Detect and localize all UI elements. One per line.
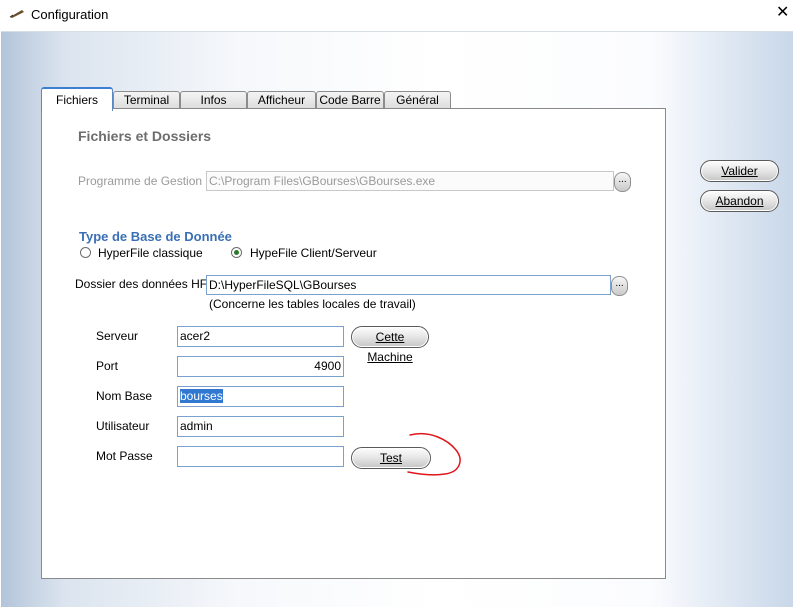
quill-pen-icon — [9, 7, 25, 22]
nom-base-label: Nom Base — [96, 389, 153, 403]
valider-label: Valider — [721, 164, 758, 178]
utilisateur-label: Utilisateur — [96, 419, 150, 433]
title-bar: Configuration ✕ — [0, 0, 794, 30]
radio-hyperfile-client-serveur-label: HypeFile Client/Serveur — [250, 246, 377, 260]
radio-hyperfile-classique[interactable] — [80, 247, 91, 258]
nom-base-input[interactable]: bourses — [177, 386, 344, 407]
radio-hyperfile-client-serveur[interactable] — [231, 247, 242, 258]
dossier-field[interactable]: D:\HyperFileSQL\GBourses — [206, 275, 611, 295]
tab-general[interactable]: Général — [384, 91, 451, 109]
programme-field[interactable]: C:\Program Files\GBourses\GBourses.exe — [206, 171, 614, 191]
port-label: Port — [96, 359, 119, 373]
close-icon[interactable]: ✕ — [776, 4, 789, 22]
tab-terminal[interactable]: Terminal — [113, 91, 180, 109]
tab-afficheur[interactable]: Afficheur — [247, 91, 316, 109]
tab-fichiers[interactable]: Fichiers — [41, 87, 113, 111]
serveur-label: Serveur — [96, 329, 139, 343]
section-title: Fichiers et Dossiers — [78, 128, 212, 144]
utilisateur-input[interactable]: admin — [177, 416, 344, 437]
tab-code-barre[interactable]: Code Barre — [316, 91, 384, 109]
cette-machine-button[interactable]: Cette Machine — [351, 326, 429, 364]
test-label: Test — [379, 451, 402, 465]
dossier-label: Dossier des données HF : — [75, 277, 214, 291]
dossier-hint: (Concerne les tables locales de travail) — [209, 297, 416, 311]
abandon-label: Abandon — [715, 194, 764, 208]
abandon-button[interactable]: Abandon — [700, 190, 779, 212]
db-type-title: Type de Base de Donnée — [79, 229, 232, 244]
programme-browse-button[interactable]: ... — [614, 172, 631, 192]
port-input[interactable]: 4900 — [177, 356, 344, 377]
mot-passe-label: Mot Passe — [96, 449, 153, 463]
red-annotation-curve — [407, 433, 461, 476]
serveur-input[interactable]: acer2 — [177, 326, 344, 347]
mot-passe-input[interactable] — [177, 446, 344, 467]
cette-machine-label: Cette Machine — [367, 330, 413, 364]
dossier-browse-button[interactable]: ... — [611, 276, 628, 296]
valider-button[interactable]: Valider — [700, 160, 779, 182]
programme-label: Programme de Gestion : — [78, 174, 209, 188]
window-title: Configuration — [31, 7, 109, 22]
radio-hyperfile-classique-label: HyperFile classique — [98, 246, 203, 260]
tab-infos[interactable]: Infos — [180, 91, 247, 109]
nom-base-selected-text: bourses — [180, 389, 223, 403]
